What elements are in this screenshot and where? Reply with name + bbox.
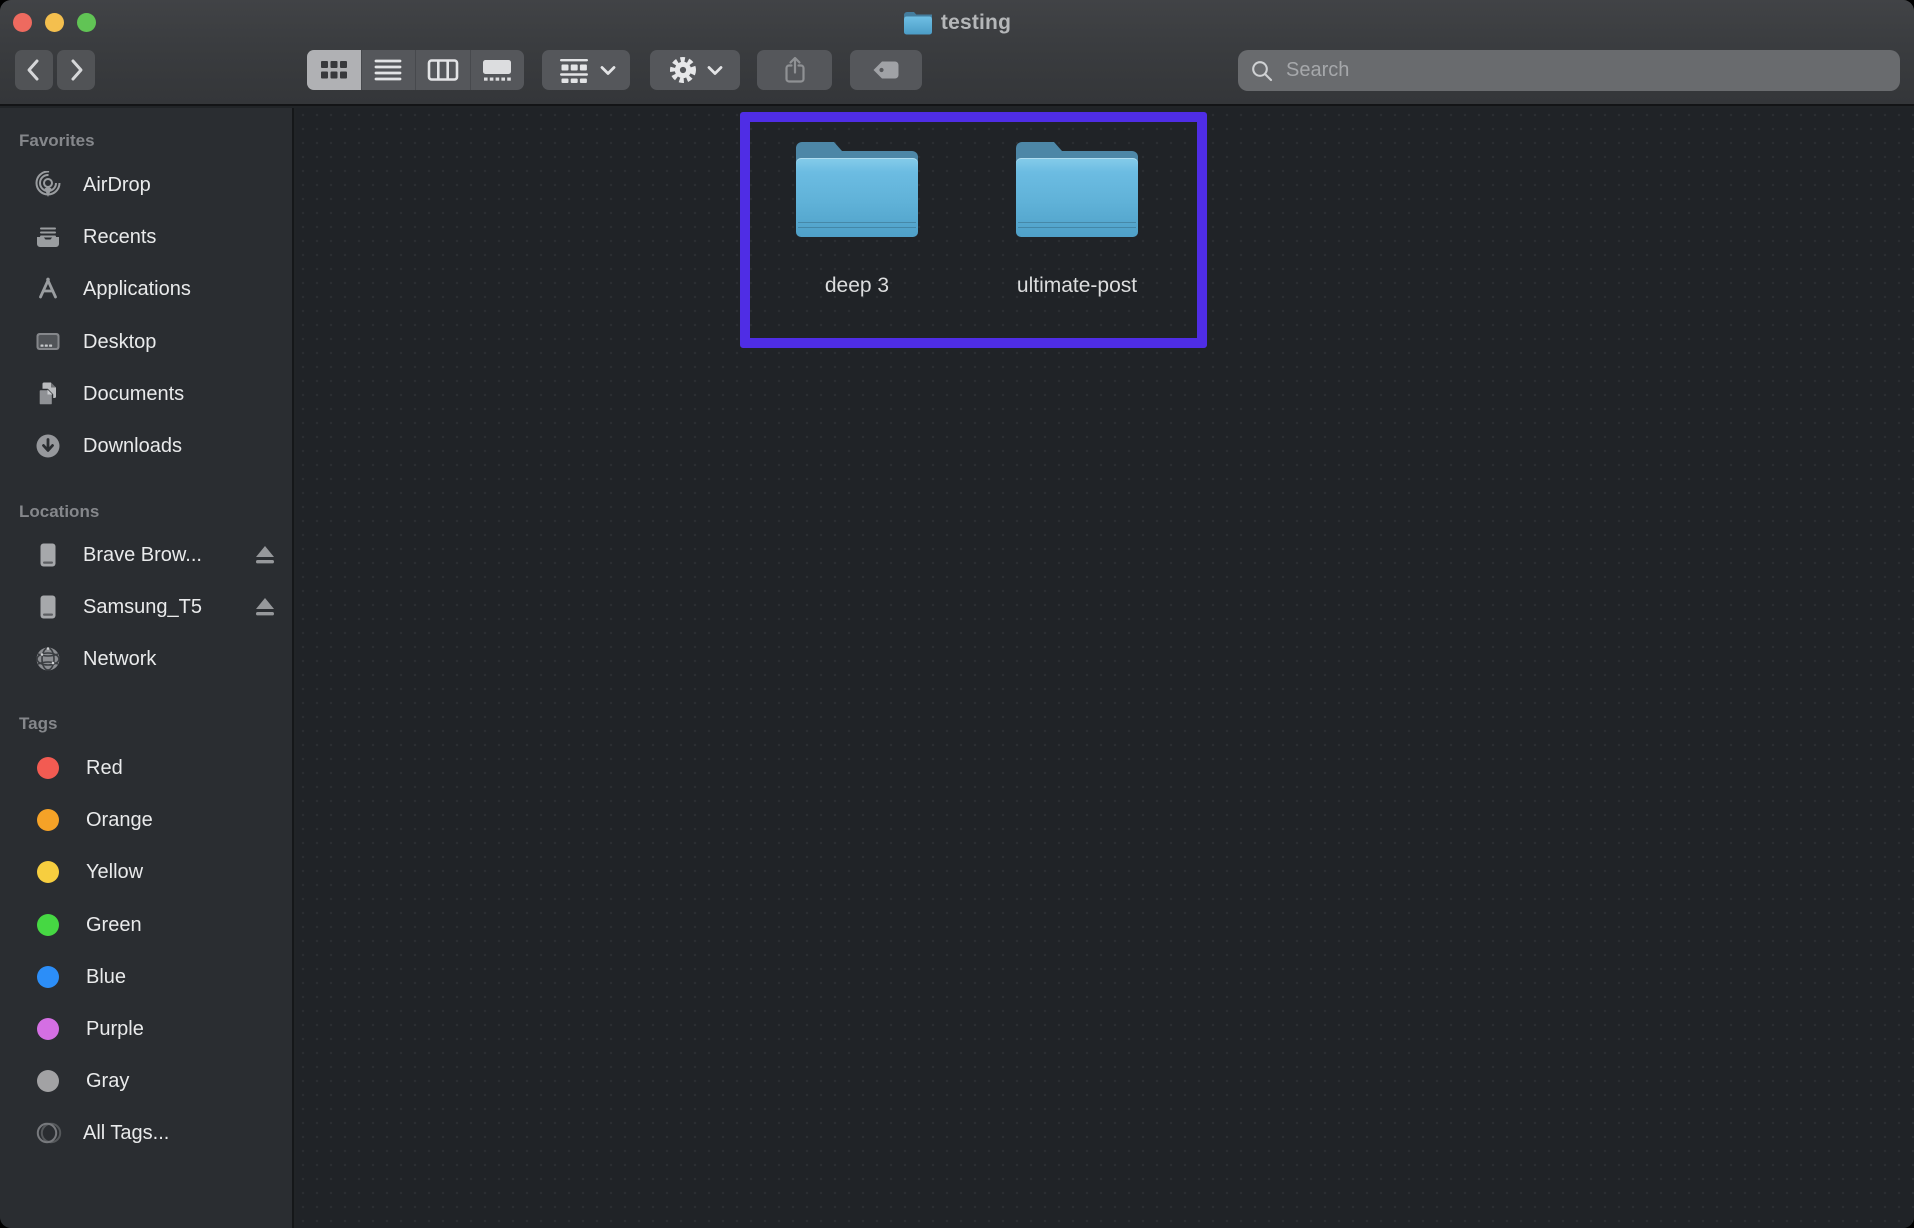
sidebar-item-label: Yellow xyxy=(86,861,143,884)
blue-tag-icon xyxy=(37,966,59,988)
recents-icon xyxy=(34,223,62,251)
group-by-dropdown-button[interactable] xyxy=(542,50,630,90)
sidebar-item-tag-red[interactable]: Red xyxy=(0,742,292,794)
sidebar-item-tag-gray[interactable]: Gray xyxy=(0,1055,292,1107)
sidebar-item-applications[interactable]: Applications xyxy=(0,263,292,315)
sidebar-item-label: All Tags... xyxy=(83,1122,169,1145)
share-button[interactable] xyxy=(757,50,832,90)
chevron-down-icon xyxy=(707,65,723,76)
finder-window: testing xyxy=(0,0,1914,1228)
sidebar-item-label: Network xyxy=(83,648,156,671)
sidebar-item-label: Desktop xyxy=(83,331,156,354)
view-mode-segmented-control xyxy=(307,50,524,90)
purple-tag-icon xyxy=(37,1018,59,1040)
sidebar-item-label: Orange xyxy=(86,809,153,832)
sidebar-item-tag-orange[interactable]: Orange xyxy=(0,794,292,846)
column-view-button[interactable] xyxy=(415,50,470,90)
sidebar-item-label: AirDrop xyxy=(83,174,151,197)
yellow-tag-icon xyxy=(37,861,59,883)
folder-item-ultimate-post[interactable]: ultimate-post xyxy=(967,142,1187,298)
external-drive-icon xyxy=(34,593,62,621)
grid-view-icon xyxy=(319,59,349,81)
sidebar-item-tag-yellow[interactable]: Yellow xyxy=(0,846,292,898)
search-field[interactable] xyxy=(1238,50,1900,91)
sidebar-item-label: Applications xyxy=(83,278,191,301)
sidebar-item-label: Downloads xyxy=(83,435,182,458)
sidebar-item-network[interactable]: Network xyxy=(0,633,292,685)
chevron-left-icon xyxy=(22,57,46,83)
network-globe-icon xyxy=(34,645,62,673)
sidebar-item-label: Gray xyxy=(86,1070,129,1093)
sidebar-item-tag-blue[interactable]: Blue xyxy=(0,951,292,1003)
window-title-area: testing xyxy=(0,7,1914,39)
sidebar-item-label: Red xyxy=(86,757,123,780)
window-title: testing xyxy=(941,11,1011,35)
applications-icon xyxy=(34,275,62,303)
eject-icon[interactable] xyxy=(252,594,278,620)
sidebar-item-recents[interactable]: Recents xyxy=(0,211,292,263)
sidebar-item-samsung-t5-drive[interactable]: Samsung_T5 xyxy=(0,581,292,633)
gallery-view-button[interactable] xyxy=(470,50,525,90)
sidebar-item-label: Blue xyxy=(86,966,126,989)
sidebar-section-favorites: Favorites xyxy=(19,128,95,154)
group-by-icon xyxy=(557,57,591,83)
sidebar-section-tags: Tags xyxy=(19,711,57,737)
sidebar-item-documents[interactable]: Documents xyxy=(0,368,292,420)
sidebar-item-airdrop[interactable]: AirDrop xyxy=(0,159,292,211)
sidebar-item-brave-browser-drive[interactable]: Brave Brow... xyxy=(0,529,292,581)
green-tag-icon xyxy=(37,914,59,936)
file-browser-content[interactable]: deep 3 ultimate-post xyxy=(296,108,1914,1228)
sidebar-item-downloads[interactable]: Downloads xyxy=(0,420,292,472)
sidebar-item-label: Documents xyxy=(83,383,184,406)
icon-view-button[interactable] xyxy=(307,50,361,90)
folder-icon xyxy=(903,12,933,35)
folder-name: ultimate-post xyxy=(967,274,1187,298)
downloads-icon xyxy=(34,432,62,460)
airdrop-icon xyxy=(34,171,62,199)
sidebar: Favorites AirDrop Recents xyxy=(0,108,294,1228)
sidebar-item-label: Green xyxy=(86,914,142,937)
sidebar-item-tag-purple[interactable]: Purple xyxy=(0,1003,292,1055)
eject-icon[interactable] xyxy=(252,542,278,568)
sidebar-item-tag-green[interactable]: Green xyxy=(0,899,292,951)
sidebar-item-desktop[interactable]: Desktop xyxy=(0,316,292,368)
share-icon xyxy=(782,56,808,84)
folder-name: deep 3 xyxy=(747,274,967,298)
back-button[interactable] xyxy=(15,50,53,90)
sidebar-item-label: Samsung_T5 xyxy=(83,596,202,619)
sidebar-item-label: Recents xyxy=(83,226,156,249)
sidebar-item-label: Brave Brow... xyxy=(83,544,202,567)
column-view-icon xyxy=(427,58,459,82)
folder-icon xyxy=(796,142,918,237)
orange-tag-icon xyxy=(37,809,59,831)
red-tag-icon xyxy=(37,757,59,779)
gear-icon xyxy=(668,55,698,85)
sidebar-section-locations: Locations xyxy=(19,499,99,525)
action-dropdown-button[interactable] xyxy=(650,50,740,90)
list-view-button[interactable] xyxy=(361,50,416,90)
list-view-icon xyxy=(373,58,403,82)
gray-tag-icon xyxy=(37,1070,59,1092)
folder-icon xyxy=(1016,142,1138,237)
all-tags-icon xyxy=(36,1120,62,1146)
documents-icon xyxy=(34,380,62,408)
forward-button[interactable] xyxy=(57,50,95,90)
tags-button[interactable] xyxy=(850,50,922,90)
sidebar-item-label: Purple xyxy=(86,1018,144,1041)
titlebar: testing xyxy=(0,0,1914,106)
external-drive-icon xyxy=(34,541,62,569)
chevron-right-icon xyxy=(64,57,88,83)
chevron-down-icon xyxy=(600,65,616,76)
search-icon xyxy=(1250,59,1274,83)
desktop-icon xyxy=(34,328,62,356)
gallery-view-icon xyxy=(481,58,513,82)
folder-item-deep-3[interactable]: deep 3 xyxy=(747,142,967,298)
tag-icon xyxy=(871,57,901,83)
sidebar-item-all-tags[interactable]: All Tags... xyxy=(0,1107,292,1159)
search-input[interactable] xyxy=(1284,58,1888,83)
